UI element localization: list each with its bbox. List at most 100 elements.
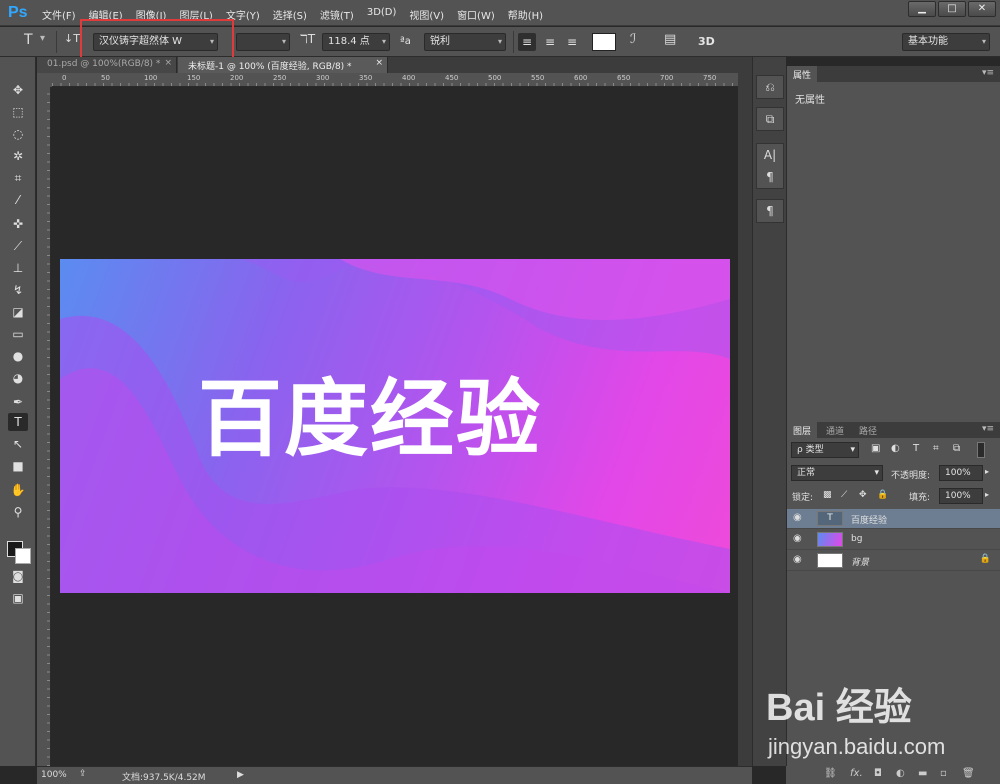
screen-mode-icon[interactable]: ▣ <box>8 589 28 607</box>
menu-view[interactable]: 视图(V) <box>409 7 444 22</box>
eyedropper-tool-icon[interactable]: ⁄ <box>8 191 28 209</box>
layer-row[interactable]: ◉ bg <box>787 530 1000 550</box>
maximize-button[interactable]: □ <box>938 1 966 17</box>
tab-01-psd[interactable]: 01.psd @ 100%(RGB/8) * × <box>37 57 177 73</box>
layer-row[interactable]: ◉ T 百度经验 <box>787 509 1000 529</box>
opacity-arrow-icon[interactable]: ▸ <box>985 467 989 476</box>
text-color-swatch[interactable] <box>592 33 616 51</box>
brush-tool-icon[interactable]: ⟋ <box>8 237 28 255</box>
eye-icon[interactable]: ◉ <box>793 512 805 523</box>
share-icon[interactable]: ⇪ <box>79 769 87 779</box>
filter-adjustment-icon[interactable]: ◐ <box>891 443 900 454</box>
marquee-tool-icon[interactable]: ⬚ <box>8 103 28 121</box>
background-color-swatch[interactable] <box>15 548 31 564</box>
vertical-scrollbar[interactable] <box>738 73 752 766</box>
layer-style-icon[interactable]: fx. <box>850 768 863 779</box>
tab-untitled-1[interactable]: 未标题-1 @ 100% (百度经验, RGB/8) * × <box>178 57 388 73</box>
panel-menu-icon[interactable]: ▾≡ <box>982 424 994 434</box>
character-panel-icon[interactable]: ▤ <box>664 32 676 50</box>
filter-pixel-icon[interactable]: ▣ <box>871 443 880 454</box>
lock-image-icon[interactable]: ⟋ <box>841 490 847 500</box>
pen-tool-icon[interactable]: ✒ <box>8 393 28 411</box>
menu-help[interactable]: 帮助(H) <box>508 7 543 22</box>
opacity-input[interactable]: 100% <box>939 465 983 481</box>
tab-paths[interactable]: 路径 <box>853 422 883 438</box>
layer-filter-select[interactable]: ρ 类型 ▾ <box>791 442 859 458</box>
antialias-select[interactable]: 锐利 ▾ <box>424 33 506 51</box>
tool-preset-chevron-icon[interactable]: ▾ <box>40 33 45 51</box>
rectangle-tool-icon[interactable]: ■ <box>8 457 28 475</box>
lasso-tool-icon[interactable]: ◌ <box>8 125 28 143</box>
filter-toggle[interactable] <box>977 442 985 458</box>
tab-properties[interactable]: 属性 <box>787 66 818 82</box>
delete-layer-icon[interactable]: 🗑 <box>962 768 975 779</box>
quick-mask-icon[interactable]: ◙ <box>8 567 28 585</box>
font-size-select[interactable]: 118.4 点 ▾ <box>322 33 390 51</box>
type-tool-preset-icon[interactable]: T <box>24 32 33 50</box>
zoom-tool-icon[interactable]: ⚲ <box>8 503 28 521</box>
new-group-icon[interactable]: ▬ <box>918 768 927 779</box>
warp-text-icon[interactable]: ℐ <box>630 32 636 50</box>
magic-wand-tool-icon[interactable]: ✲ <box>8 147 28 165</box>
filter-smart-object-icon[interactable]: ⧉ <box>953 443 960 454</box>
menu-3d[interactable]: 3D(D) <box>367 7 397 22</box>
artwork-canvas[interactable]: 百度经验 <box>60 259 730 593</box>
canvas-area[interactable]: 百度经验 <box>52 88 738 766</box>
tab-layers[interactable]: 图层 <box>787 422 818 438</box>
blend-mode-select[interactable]: 正常 ▾ <box>791 465 883 481</box>
type-tool-icon[interactable]: T <box>8 413 28 431</box>
panel-menu-icon[interactable]: ▾≡ <box>982 68 994 78</box>
minimize-button[interactable]: ▁ <box>908 1 936 17</box>
paragraph-styles-icon[interactable]: ¶ <box>757 200 783 222</box>
tab-channels[interactable]: 通道 <box>820 422 850 438</box>
artwork-heading[interactable]: 百度经验 <box>198 369 542 469</box>
history-brush-tool-icon[interactable]: ↯ <box>8 281 28 299</box>
align-center-icon[interactable]: ≡ <box>541 33 559 51</box>
add-mask-icon[interactable]: ◘ <box>874 768 882 779</box>
move-tool-icon[interactable]: ✥ <box>8 81 28 99</box>
fill-input[interactable]: 100% <box>939 488 983 504</box>
history-icon[interactable]: ⎌ <box>757 76 783 98</box>
clone-stamp-tool-icon[interactable]: ⊥ <box>8 259 28 277</box>
menu-file[interactable]: 文件(F) <box>42 7 76 22</box>
dodge-tool-icon[interactable]: ◕ <box>8 369 28 387</box>
blur-tool-icon[interactable]: ● <box>8 347 28 365</box>
close-tab-icon[interactable]: × <box>164 58 172 68</box>
new-layer-icon[interactable]: ▫ <box>940 768 947 779</box>
layer-row[interactable]: ◉ 背景 🔒 <box>787 551 1000 571</box>
filter-type-icon[interactable]: T <box>913 443 919 454</box>
lock-position-icon[interactable]: ✥ <box>859 490 867 500</box>
font-style-select[interactable]: ▾ <box>236 33 290 51</box>
menu-filter[interactable]: 滤镜(T) <box>320 7 354 22</box>
zoom-level[interactable]: 100% <box>41 770 67 780</box>
lock-transparent-icon[interactable]: ▩ <box>823 490 832 500</box>
workspace-select[interactable]: 基本功能 ▾ <box>902 33 990 51</box>
crop-tool-icon[interactable]: ⌗ <box>8 169 28 187</box>
new-adjustment-icon[interactable]: ◐ <box>896 768 905 779</box>
align-right-icon[interactable]: ≡ <box>563 33 581 51</box>
healing-brush-tool-icon[interactable]: ✜ <box>8 215 28 233</box>
close-tab-icon[interactable]: × <box>375 58 383 68</box>
menu-select[interactable]: 选择(S) <box>273 7 307 22</box>
eraser-tool-icon[interactable]: ◪ <box>8 303 28 321</box>
blend-mode-value: 正常 <box>797 468 816 478</box>
chevron-down-icon: ▾ <box>281 37 286 46</box>
adjustments-icon[interactable]: ⧉ <box>757 108 783 130</box>
hand-tool-icon[interactable]: ✋ <box>8 481 28 499</box>
path-selection-tool-icon[interactable]: ↖ <box>8 435 28 453</box>
eye-icon[interactable]: ◉ <box>793 533 805 544</box>
fill-arrow-icon[interactable]: ▸ <box>985 490 989 499</box>
close-button[interactable]: ✕ <box>968 1 996 17</box>
menu-window[interactable]: 窗口(W) <box>457 7 495 22</box>
status-menu-arrow-icon[interactable]: ▶ <box>237 770 244 780</box>
link-layers-icon[interactable]: ⛓ <box>824 768 837 779</box>
filter-shape-icon[interactable]: ⌗ <box>933 443 939 454</box>
align-left-icon[interactable]: ≡ <box>518 33 536 51</box>
character-icon[interactable]: A| <box>757 144 783 166</box>
gradient-tool-icon[interactable]: ▭ <box>8 325 28 343</box>
lock-all-icon[interactable]: 🔒 <box>877 490 888 500</box>
eye-icon[interactable]: ◉ <box>793 554 805 565</box>
paragraph-icon[interactable]: ¶ <box>757 166 783 188</box>
text-orientation-icon[interactable]: ↓T <box>64 32 80 50</box>
3d-button[interactable]: 3D <box>698 35 715 53</box>
